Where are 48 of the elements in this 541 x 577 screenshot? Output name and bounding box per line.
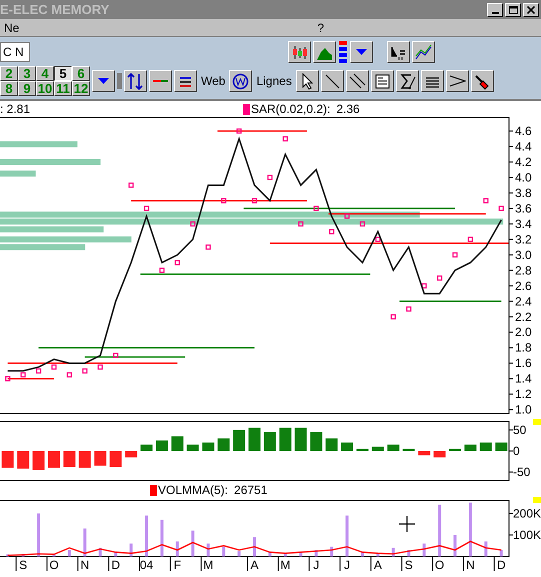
axis-label: 2.4 bbox=[515, 294, 532, 308]
axis-label: 4.2 bbox=[515, 155, 532, 169]
axis-label: 200K bbox=[513, 506, 541, 520]
axis-label: S bbox=[404, 558, 413, 571]
axis-label: 100K bbox=[513, 528, 541, 542]
axis-label: J bbox=[344, 558, 350, 571]
axis-label: -50 bbox=[513, 465, 530, 480]
axis-label: O bbox=[49, 558, 59, 571]
lines-label: Lignes bbox=[255, 74, 293, 88]
axis-label: 3.6 bbox=[515, 201, 532, 216]
axis-label: 1.2 bbox=[515, 387, 532, 402]
axis-label: 3.0 bbox=[515, 248, 532, 262]
axis-label: 4.6 bbox=[515, 124, 532, 138]
axis-label: O bbox=[434, 558, 444, 571]
axis-label: 1.4 bbox=[515, 372, 532, 386]
axis-label: 2.0 bbox=[515, 325, 532, 340]
axis-label: A bbox=[374, 558, 382, 571]
axis-label: D bbox=[496, 558, 506, 571]
indicator-label: VOLMMA(5): bbox=[158, 483, 228, 497]
axis-label: 3.4 bbox=[515, 216, 532, 231]
axis-label: N bbox=[80, 558, 90, 571]
axis-label: 04 bbox=[140, 558, 154, 571]
axis-label: 2.8 bbox=[515, 263, 532, 278]
indicator-label: SAR(0.02,0.2): bbox=[251, 102, 330, 116]
axis-label: 2.2 bbox=[515, 310, 532, 324]
indicator-value: 2.36 bbox=[336, 102, 360, 116]
web-label: Web bbox=[200, 74, 226, 88]
axis-label: 4.0 bbox=[515, 170, 532, 184]
axis-label: M bbox=[203, 558, 214, 571]
axis-label: 3.2 bbox=[515, 232, 532, 246]
axis-label: 1.0 bbox=[515, 402, 532, 417]
axis-label: J bbox=[313, 558, 320, 571]
window-title: E-ELEC MEMORY bbox=[0, 2, 110, 17]
axis-label: 1.6 bbox=[515, 356, 532, 370]
axis-label: 0 bbox=[513, 444, 520, 458]
axis-label: 4.4 bbox=[515, 140, 532, 154]
axis-label: 50 bbox=[513, 422, 526, 437]
axis-label: N bbox=[466, 558, 475, 571]
axis-label: S bbox=[19, 558, 28, 571]
axis-label: 2.6 bbox=[515, 278, 532, 293]
axis-label: M bbox=[280, 558, 290, 571]
price-reading: : 2.81 bbox=[0, 102, 32, 116]
axis-label: D bbox=[111, 558, 120, 571]
axis-label: F bbox=[174, 558, 182, 571]
axis-label: A bbox=[250, 558, 258, 571]
axis-label: 3.8 bbox=[515, 186, 532, 200]
indicator-value: 26751 bbox=[234, 483, 268, 497]
axis-label: 1.8 bbox=[515, 340, 532, 355]
